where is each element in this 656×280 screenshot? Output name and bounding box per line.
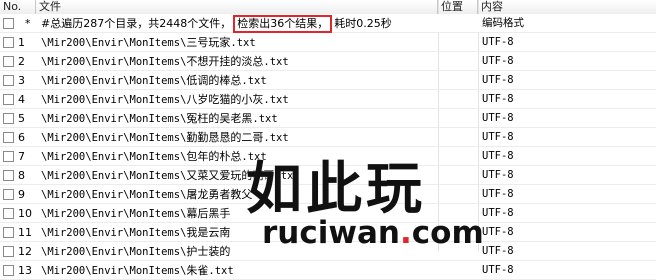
row-number: 7: [18, 150, 25, 163]
row-number: 3: [18, 74, 25, 87]
table-row[interactable]: 3 \Mir200\Envir\MonItems\低调的棒总.txt UTF-8: [0, 71, 656, 90]
file-path[interactable]: \Mir200\Envir\MonItems\勤勤恳恳的二哥.txt: [41, 128, 437, 147]
row-checkbox[interactable]: [3, 75, 14, 86]
row-content: UTF-8: [482, 188, 514, 200]
row-checkbox[interactable]: [3, 246, 14, 257]
row-position: [440, 166, 478, 185]
row-number: 8: [18, 169, 25, 182]
row-checkbox[interactable]: [3, 170, 14, 181]
row-position: [440, 185, 478, 204]
row-number: 1: [18, 36, 25, 49]
row-number: 9: [18, 188, 25, 201]
row-checkbox[interactable]: [3, 132, 14, 143]
row-content: UTF-8: [482, 93, 514, 105]
row-position: [440, 261, 478, 280]
file-path[interactable]: \Mir200\Envir\MonItems\三号玩家.txt: [41, 33, 437, 52]
watermark-domain: ruciwan.com: [262, 215, 484, 251]
file-path[interactable]: \Mir200\Envir\MonItems\冤枉的吴老黑.txt: [41, 109, 437, 128]
file-path[interactable]: \Mir200\Envir\MonItems\不想开挂的淡总.txt: [41, 52, 437, 71]
row-checkbox[interactable]: [3, 37, 14, 48]
table-row[interactable]: 1 \Mir200\Envir\MonItems\三号玩家.txt UTF-8: [0, 33, 656, 52]
table-row[interactable]: 13 \Mir200\Envir\MonItems\朱雀.txt UTF-8: [0, 261, 656, 280]
row-content: UTF-8: [482, 169, 514, 181]
row-content: UTF-8: [482, 207, 514, 219]
column-header-no[interactable]: No.: [0, 0, 36, 14]
summary-text: #总遍历287个目录，共2448个文件， 检索出36个结果， 耗时0.25秒: [41, 14, 437, 33]
column-header-content[interactable]: 内容: [478, 0, 656, 14]
summary-row[interactable]: * #总遍历287个目录，共2448个文件， 检索出36个结果， 耗时0.25秒 编…: [0, 14, 656, 33]
row-content: UTF-8: [482, 131, 514, 143]
column-header-file[interactable]: 文件: [36, 0, 438, 14]
row-position: [440, 90, 478, 109]
row-content: UTF-8: [482, 150, 514, 162]
row-checkbox[interactable]: [3, 94, 14, 105]
table-row[interactable]: 6 \Mir200\Envir\MonItems\勤勤恳恳的二哥.txt UTF-8: [0, 128, 656, 147]
row-checkbox[interactable]: [3, 56, 14, 67]
row-content: UTF-8: [482, 55, 514, 67]
row-checkbox[interactable]: [3, 265, 14, 276]
result-count-highlight: 检索出36个结果，: [233, 15, 333, 33]
row-checkbox[interactable]: [3, 227, 14, 238]
row-checkbox[interactable]: [3, 151, 14, 162]
file-path[interactable]: \Mir200\Envir\MonItems\八岁吃猫的小灰.txt: [41, 90, 437, 109]
row-number: 11: [18, 226, 32, 239]
summary-content: 编码格式: [482, 17, 524, 29]
table-row[interactable]: 5 \Mir200\Envir\MonItems\冤枉的吴老黑.txt UTF-8: [0, 109, 656, 128]
table-row[interactable]: 2 \Mir200\Envir\MonItems\不想开挂的淡总.txt UTF-8: [0, 52, 656, 71]
row-content: UTF-8: [482, 245, 514, 257]
row-position: [440, 33, 478, 52]
row-number: 13: [18, 264, 32, 277]
row-number: 5: [18, 112, 25, 125]
row-content: UTF-8: [482, 112, 514, 124]
row-position: [440, 71, 478, 90]
row-position: [440, 147, 478, 166]
row-position: [440, 52, 478, 71]
row-content: UTF-8: [482, 36, 514, 48]
row-number: 4: [18, 93, 25, 106]
row-number: 12: [18, 245, 32, 258]
row-content: UTF-8: [482, 264, 514, 276]
column-header-position[interactable]: 位置: [438, 0, 478, 14]
row-number: 10: [18, 207, 32, 220]
table-row[interactable]: 4 \Mir200\Envir\MonItems\八岁吃猫的小灰.txt UTF-8: [0, 90, 656, 109]
file-path[interactable]: \Mir200\Envir\MonItems\朱雀.txt: [41, 261, 437, 280]
row-position: [440, 109, 478, 128]
row-checkbox[interactable]: [3, 113, 14, 124]
row-number: 6: [18, 131, 25, 144]
watermark-title: 如此玩: [246, 156, 426, 222]
row-checkbox[interactable]: [3, 18, 14, 29]
row-number: 2: [18, 55, 25, 68]
row-checkbox[interactable]: [3, 189, 14, 200]
row-content: UTF-8: [482, 226, 514, 238]
table-header: No. 文件 位置 内容: [0, 0, 656, 15]
file-path[interactable]: \Mir200\Envir\MonItems\低调的棒总.txt: [41, 71, 437, 90]
row-content: UTF-8: [482, 74, 514, 86]
row-checkbox[interactable]: [3, 208, 14, 219]
row-position: [440, 128, 478, 147]
